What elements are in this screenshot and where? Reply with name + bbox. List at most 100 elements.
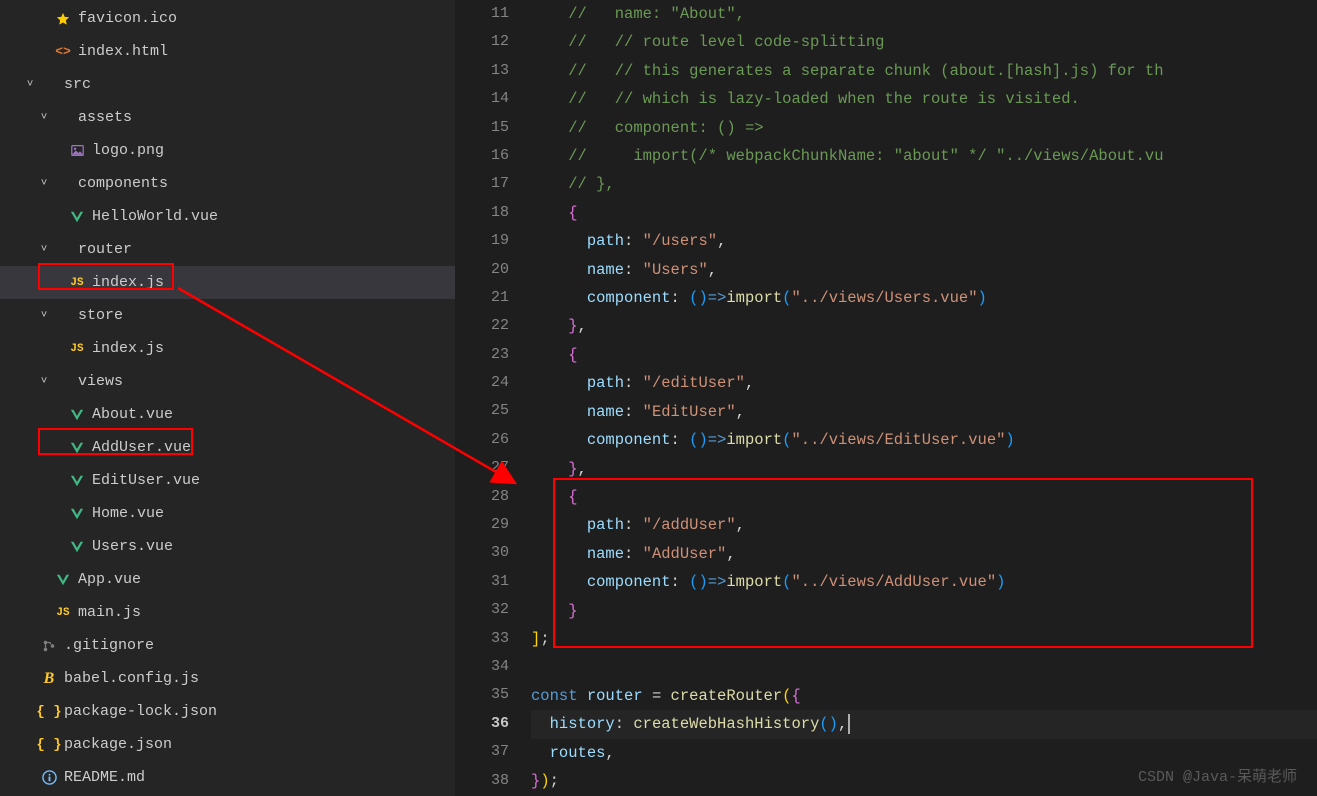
line-number: 33 xyxy=(455,625,509,653)
line-number: 36 xyxy=(455,710,509,738)
vue-icon xyxy=(66,210,88,224)
code-line[interactable]: path: "/editUser", xyxy=(531,369,1317,397)
tree-item[interactable]: ˅ views xyxy=(0,365,455,398)
info-icon xyxy=(38,770,60,785)
tree-item-label: README.md xyxy=(64,769,145,786)
code-line[interactable]: path: "/users", xyxy=(531,227,1317,255)
tree-item-label: favicon.ico xyxy=(78,10,177,27)
code-line[interactable]: // // which is lazy-loaded when the rout… xyxy=(531,85,1317,113)
tree-item[interactable]: JSmain.js xyxy=(0,596,455,629)
tree-item[interactable]: JSindex.js xyxy=(0,332,455,365)
tree-item[interactable]: ˅store xyxy=(0,299,455,332)
tree-item[interactable]: ˅assets xyxy=(0,101,455,134)
line-number: 29 xyxy=(455,511,509,539)
tree-item-label: EditUser.vue xyxy=(92,472,200,489)
tree-item-label: package-lock.json xyxy=(64,703,217,720)
tree-item[interactable]: ˅ src xyxy=(0,68,455,101)
vue-icon xyxy=(66,474,88,488)
line-number: 21 xyxy=(455,284,509,312)
line-number: 34 xyxy=(455,653,509,681)
line-number: 16 xyxy=(455,142,509,170)
line-number: 14 xyxy=(455,85,509,113)
tree-item[interactable]: JSindex.js xyxy=(0,266,455,299)
vue-icon xyxy=(52,573,74,587)
code-line[interactable]: // import(/* webpackChunkName: "about" *… xyxy=(531,142,1317,170)
tree-item-label: router xyxy=(78,241,132,258)
tree-item-label: views xyxy=(78,373,123,390)
line-number: 11 xyxy=(455,0,509,28)
chevron-down-icon: ˅ xyxy=(22,79,38,91)
tree-item[interactable]: About.vue xyxy=(0,398,455,431)
code-line[interactable]: const router = createRouter({ xyxy=(531,682,1317,710)
code-line[interactable]: component: ()=>import("../views/AddUser.… xyxy=(531,568,1317,596)
code-line[interactable]: // name: "About", xyxy=(531,0,1317,28)
line-number: 30 xyxy=(455,539,509,567)
watermark: CSDN @Java-呆萌老师 xyxy=(1138,765,1297,786)
tree-item-label: Home.vue xyxy=(92,505,164,522)
code-content[interactable]: // name: "About", // // route level code… xyxy=(531,0,1317,796)
vue-icon xyxy=(66,540,88,554)
tree-item[interactable]: ˅router xyxy=(0,233,455,266)
tree-item[interactable]: AddUser.vue xyxy=(0,431,455,464)
tree-item-label: Users.vue xyxy=(92,538,173,555)
js-icon: JS xyxy=(66,277,88,289)
code-line[interactable]: }, xyxy=(531,312,1317,340)
code-line[interactable]: name: "EditUser", xyxy=(531,398,1317,426)
tree-item[interactable]: Users.vue xyxy=(0,530,455,563)
code-line[interactable]: // // this generates a separate chunk (a… xyxy=(531,57,1317,85)
tree-item[interactable]: favicon.ico xyxy=(0,2,455,35)
line-number: 24 xyxy=(455,369,509,397)
code-line[interactable]: history: createWebHashHistory(), xyxy=(531,710,1317,738)
tree-item-label: App.vue xyxy=(78,571,141,588)
code-line[interactable]: // component: () => xyxy=(531,114,1317,142)
tree-item-label: About.vue xyxy=(92,406,173,423)
code-line[interactable]: { xyxy=(531,341,1317,369)
tree-item[interactable]: logo.png xyxy=(0,134,455,167)
line-number-gutter: 1112131415161718192021222324252627282930… xyxy=(455,0,531,796)
code-line[interactable]: name: "Users", xyxy=(531,256,1317,284)
code-line[interactable]: name: "AddUser", xyxy=(531,540,1317,568)
chevron-down-icon: ˅ xyxy=(36,376,52,388)
code-line[interactable]: } xyxy=(531,597,1317,625)
line-number: 25 xyxy=(455,397,509,425)
line-number: 19 xyxy=(455,227,509,255)
tree-item[interactable]: App.vue xyxy=(0,563,455,596)
code-line[interactable]: routes, xyxy=(531,739,1317,767)
code-line[interactable] xyxy=(531,653,1317,681)
code-editor[interactable]: 1112131415161718192021222324252627282930… xyxy=(455,0,1317,796)
code-line[interactable]: // // route level code-splitting xyxy=(531,28,1317,56)
code-line[interactable]: { xyxy=(531,199,1317,227)
line-number: 38 xyxy=(455,767,509,795)
code-line[interactable]: // }, xyxy=(531,170,1317,198)
tree-item[interactable]: Home.vue xyxy=(0,497,455,530)
tree-item[interactable]: Bbabel.config.js xyxy=(0,662,455,695)
line-number: 15 xyxy=(455,114,509,142)
html-icon: <> xyxy=(52,44,74,59)
star-icon xyxy=(52,12,74,26)
tree-item[interactable]: HelloWorld.vue xyxy=(0,200,455,233)
tree-item[interactable]: ˅components xyxy=(0,167,455,200)
chevron-down-icon: ˅ xyxy=(36,112,52,124)
code-line[interactable]: component: ()=>import("../views/EditUser… xyxy=(531,426,1317,454)
code-line[interactable]: component: ()=>import("../views/Users.vu… xyxy=(531,284,1317,312)
code-line[interactable]: path: "/addUser", xyxy=(531,511,1317,539)
tree-item[interactable]: { }package.json xyxy=(0,728,455,761)
tree-item[interactable]: { }package-lock.json xyxy=(0,695,455,728)
vue-icon xyxy=(66,441,88,455)
code-line[interactable]: ]; xyxy=(531,625,1317,653)
tree-item[interactable]: EditUser.vue xyxy=(0,464,455,497)
img-icon xyxy=(66,144,88,157)
js-icon: JS xyxy=(52,607,74,619)
line-number: 20 xyxy=(455,256,509,284)
tree-item[interactable]: <>index.html xyxy=(0,35,455,68)
tree-item[interactable]: .gitignore xyxy=(0,629,455,662)
code-line[interactable]: { xyxy=(531,483,1317,511)
json-icon: { } xyxy=(38,737,60,753)
tree-item-label: AddUser.vue xyxy=(92,439,191,456)
tree-item-label: src xyxy=(64,76,91,93)
line-number: 13 xyxy=(455,57,509,85)
code-line[interactable]: }, xyxy=(531,455,1317,483)
tree-item[interactable]: README.md xyxy=(0,761,455,794)
file-explorer-sidebar[interactable]: favicon.ico <>index.html ˅ src ˅assetslogo.p… xyxy=(0,0,455,796)
tree-item-label: package.json xyxy=(64,736,172,753)
